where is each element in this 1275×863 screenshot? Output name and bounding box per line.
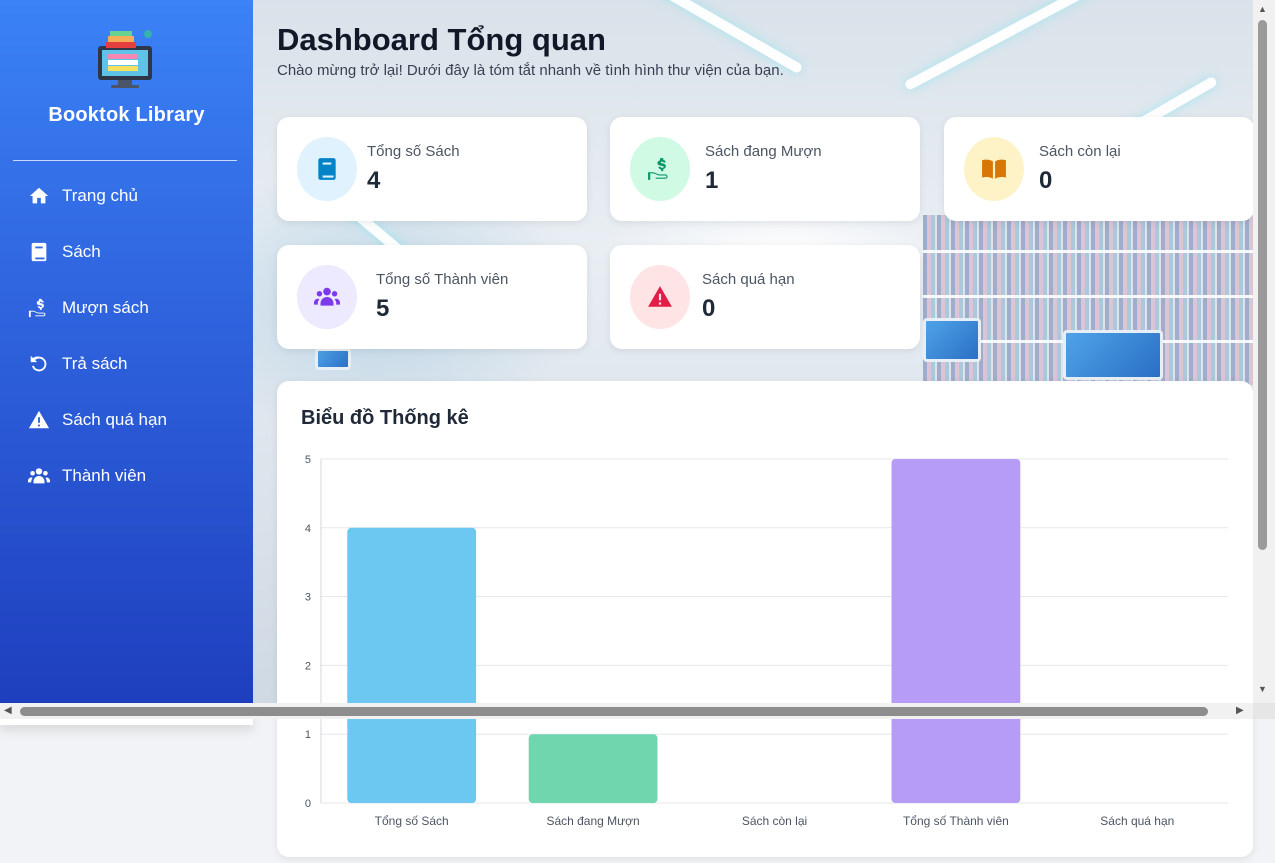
page-header: Dashboard Tổng quan Chào mừng trở lại! D… <box>277 22 784 79</box>
sidebar-item-overdue[interactable]: Sách quá hạn <box>0 392 253 448</box>
sidebar-divider <box>13 160 237 161</box>
stat-card-available[interactable]: Sách còn lại 0 <box>944 117 1254 221</box>
scroll-up-arrow-icon[interactable]: ▲ <box>1258 4 1267 14</box>
stat-icon-circle <box>297 265 357 329</box>
sidebar-item-label: Sách quá hạn <box>62 410 167 429</box>
stat-icon-circle <box>964 137 1024 201</box>
y-tick-label: 1 <box>305 729 311 741</box>
stat-label: Sách còn lại <box>1039 143 1121 160</box>
y-tick-label: 4 <box>305 523 311 535</box>
ceiling-light <box>903 0 1103 92</box>
users-icon <box>28 468 50 484</box>
monitor <box>923 318 981 362</box>
bar <box>347 527 477 803</box>
home-icon <box>29 187 49 204</box>
sidebar-item-members[interactable]: Thành viên <box>0 448 253 504</box>
monitor <box>1063 330 1163 380</box>
sidebar-item-label: Trang chủ <box>62 186 138 205</box>
stat-value: 1 <box>705 167 719 194</box>
sidebar-item-borrow[interactable]: Mượn sách <box>0 280 253 336</box>
stat-icon-circle <box>297 137 357 201</box>
stat-icon-circle <box>630 137 690 201</box>
brand-name: Booktok Library <box>48 104 205 126</box>
bar <box>891 459 1021 803</box>
sidebar-item-label: Trả sách <box>62 354 128 373</box>
scroll-left-arrow-icon[interactable]: ◀ <box>4 705 12 716</box>
x-tick-label: Tổng số Sách <box>375 814 449 828</box>
sidebar-item-label: Thành viên <box>62 466 147 485</box>
stat-card-members[interactable]: Tổng số Thành viên 5 <box>277 245 587 349</box>
shelf-edge <box>923 295 1253 298</box>
scroll-down-arrow-icon[interactable]: ▼ <box>1258 684 1267 694</box>
stat-icon-circle <box>630 265 690 329</box>
sidebar-item-home[interactable]: Trang chủ <box>0 168 253 224</box>
warning-icon <box>648 286 672 307</box>
page-subtitle: Chào mừng trở lại! Dưới đây là tóm tắt n… <box>277 62 784 79</box>
undo-icon <box>30 355 47 372</box>
y-tick-label: 3 <box>305 592 311 604</box>
page-title: Dashboard Tổng quan <box>277 22 606 57</box>
users-icon <box>314 287 340 306</box>
stat-label: Sách quá hạn <box>702 271 795 288</box>
horizontal-scrollbar[interactable]: ◀ ▶ <box>0 703 1253 719</box>
vertical-scrollbar[interactable]: ▲ ▼ <box>1253 0 1275 703</box>
x-tick-label: Sách đang Mượn <box>546 814 639 828</box>
stat-card-overdue[interactable]: Sách quá hạn 0 <box>610 245 920 349</box>
y-tick-label: 0 <box>305 798 311 810</box>
stat-label: Tổng số Thành viên <box>376 271 509 288</box>
scrollbar-corner <box>1253 703 1275 719</box>
horizontal-scroll-thumb[interactable] <box>20 707 1208 716</box>
book-icon <box>318 158 336 180</box>
y-tick-label: 5 <box>305 454 311 466</box>
stat-value: 5 <box>376 295 390 322</box>
x-tick-label: Sách quá hạn <box>1100 814 1174 828</box>
sidebar-item-label: Mượn sách <box>62 298 149 317</box>
chart-panel: Biểu đồ Thống kê 0 1 2 3 4 5 Tổng số Sách Sách … <box>277 381 1253 857</box>
sidebar-nav: Trang chủ Sách Mượn sách Trả sách Sách q… <box>0 168 253 504</box>
x-tick-label: Tổng số Thành viên <box>903 814 1009 828</box>
shelf-edge <box>923 250 1253 253</box>
stat-value: 0 <box>702 295 716 322</box>
library-computer-logo <box>98 30 152 88</box>
hand-dollar-icon <box>648 158 668 180</box>
sidebar-item-label: Sách <box>62 242 101 261</box>
bar-chart: 0 1 2 3 4 5 Tổng số Sách Sách đang Mượn Sách còn… <box>305 454 1228 828</box>
hand-dollar-icon <box>28 298 46 318</box>
stat-card-borrowed[interactable]: Sách đang Mượn 1 <box>610 117 920 221</box>
stat-label: Tổng số Sách <box>367 143 460 160</box>
monitor <box>315 348 351 370</box>
scroll-right-arrow-icon[interactable]: ▶ <box>1236 705 1244 716</box>
open-book-icon <box>982 159 1006 179</box>
vertical-scroll-thumb[interactable] <box>1258 20 1267 550</box>
sidebar: Booktok Library Trang chủ Sách Mượn sách… <box>0 0 253 703</box>
stat-value: 0 <box>1039 167 1053 194</box>
book-icon <box>31 242 47 262</box>
sidebar-item-books[interactable]: Sách <box>0 224 253 280</box>
stat-value: 4 <box>367 167 381 194</box>
stat-label: Sách đang Mượn <box>705 143 822 160</box>
stat-card-total-books[interactable]: Tổng số Sách 4 <box>277 117 587 221</box>
y-tick-label: 2 <box>305 660 311 672</box>
sidebar-item-return[interactable]: Trả sách <box>0 336 253 392</box>
warning-icon <box>28 410 50 429</box>
x-tick-label: Sách còn lại <box>742 814 807 828</box>
bar <box>528 734 658 803</box>
